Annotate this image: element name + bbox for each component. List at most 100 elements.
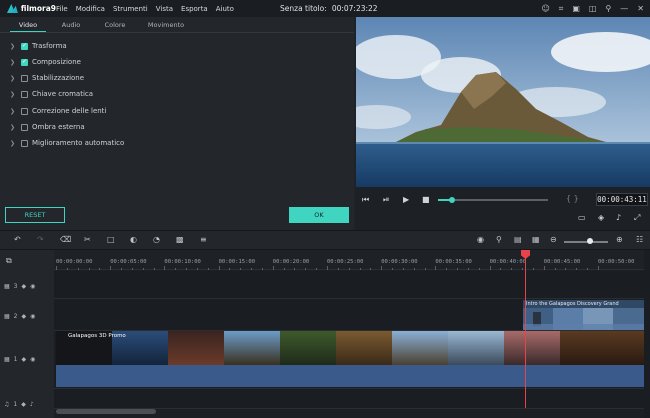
timeline-vertical-scrollbar[interactable] bbox=[644, 250, 650, 418]
chevron-right-icon[interactable]: ❯ bbox=[10, 75, 16, 82]
playback-progress-handle[interactable] bbox=[449, 196, 456, 203]
track-lane-video-3[interactable] bbox=[54, 271, 650, 299]
camera-icon[interactable]: ◈ bbox=[598, 213, 604, 222]
add-track-icon[interactable]: ⧉ bbox=[6, 256, 12, 266]
user-icon[interactable]: ☺ bbox=[541, 4, 549, 13]
mic-icon[interactable]: ⚲ bbox=[605, 4, 611, 13]
ruler-minor-tick bbox=[413, 268, 415, 270]
undo-icon[interactable]: ↶ bbox=[14, 235, 21, 244]
property-chiave-cromatica[interactable]: ❯ Chiave cromatica bbox=[10, 88, 93, 100]
play-pause-icon[interactable]: ⏯ bbox=[383, 195, 389, 205]
zoom-slider-handle[interactable] bbox=[587, 238, 594, 244]
ok-button[interactable]: OK bbox=[289, 207, 349, 223]
chevron-right-icon[interactable]: ❯ bbox=[10, 124, 16, 131]
delete-icon[interactable]: ⌫ bbox=[60, 235, 71, 244]
checkbox-chiave-cromatica[interactable] bbox=[21, 90, 28, 98]
chevron-right-icon[interactable]: ❯ bbox=[10, 43, 16, 50]
screen-icon[interactable]: ▭ bbox=[578, 213, 586, 222]
tab-colore[interactable]: Colore bbox=[92, 17, 138, 33]
cart-icon[interactable]: ⌗ bbox=[559, 4, 564, 14]
green-screen-icon[interactable]: ▩ bbox=[176, 235, 184, 244]
save-icon[interactable]: ◫ bbox=[589, 4, 597, 13]
lock-icon[interactable]: ◆ bbox=[22, 356, 27, 363]
ruler-minor-tick bbox=[370, 268, 372, 270]
reset-button[interactable]: RESET bbox=[5, 207, 65, 223]
checkbox-composizione[interactable]: ✓ bbox=[21, 58, 28, 66]
stop-icon[interactable]: ■ bbox=[422, 195, 430, 204]
audio-mixer-icon[interactable]: ▤ bbox=[514, 235, 522, 244]
lock-icon[interactable]: ◆ bbox=[22, 283, 27, 290]
main-video-clip[interactable]: Galapagos 3D Promo bbox=[56, 331, 644, 365]
zoom-in-icon[interactable]: ⊕ bbox=[616, 235, 623, 244]
checkbox-miglioramento-automatico[interactable] bbox=[21, 139, 28, 147]
checkbox-correzione-lenti[interactable] bbox=[21, 107, 28, 115]
fullscreen-icon[interactable]: ⤢ bbox=[634, 213, 640, 223]
menu-esporta[interactable]: Esporta bbox=[181, 5, 208, 13]
lock-icon[interactable]: ◆ bbox=[21, 401, 26, 408]
crop-icon[interactable]: □ bbox=[107, 235, 115, 244]
zoom-slider-track[interactable] bbox=[564, 241, 608, 243]
ruler-minor-tick bbox=[511, 268, 513, 270]
menu-strumenti[interactable]: Strumenti bbox=[113, 5, 148, 13]
property-miglioramento-automatico[interactable]: ❯ Miglioramento automatico bbox=[10, 137, 124, 149]
lock-icon[interactable]: ◆ bbox=[22, 313, 27, 320]
speed-icon[interactable]: ◐ bbox=[130, 235, 137, 244]
main-clip-audio[interactable] bbox=[56, 365, 644, 387]
record-voice-icon[interactable]: ⚲ bbox=[496, 235, 502, 244]
eye-icon[interactable]: ◉ bbox=[30, 313, 35, 320]
ruler-minor-tick bbox=[576, 268, 578, 270]
ruler-minor-tick bbox=[359, 268, 361, 270]
in-out-brackets[interactable]: { } bbox=[566, 194, 579, 203]
ruler-tick bbox=[489, 266, 491, 270]
track-lane-audio-1[interactable] bbox=[54, 389, 650, 409]
chevron-right-icon[interactable]: ❯ bbox=[10, 91, 16, 98]
chevron-right-icon[interactable]: ❯ bbox=[10, 59, 16, 66]
zoom-out-icon[interactable]: ⊖ bbox=[550, 235, 557, 244]
property-stabilizzazione[interactable]: ❯ Stabilizzazione bbox=[10, 72, 84, 84]
cut-icon[interactable]: ✂ bbox=[84, 235, 91, 244]
property-composizione[interactable]: ❯ ✓ Composizione bbox=[10, 56, 81, 68]
checkbox-ombra-esterna[interactable] bbox=[21, 123, 28, 131]
tab-movimento[interactable]: Movimento bbox=[138, 17, 194, 33]
ruler-minor-tick bbox=[186, 268, 188, 270]
eye-icon[interactable]: ◉ bbox=[30, 283, 35, 290]
marker-icon[interactable]: ◉ bbox=[477, 235, 484, 244]
pip-video-clip[interactable]: Intro the Galapagos Discovery Grand bbox=[523, 300, 644, 330]
grid-icon[interactable]: ☷ bbox=[636, 235, 643, 244]
track-headers: ⧉ ▦ 3 ◆ ◉ ▦ 2 ◆ ◉ ▦ 1 ◆ ◉ ♫ 1 ◆ ♪ bbox=[0, 250, 54, 418]
menu-vista[interactable]: Vista bbox=[156, 5, 173, 13]
property-trasforma[interactable]: ❯ ✓ Trasforma bbox=[10, 40, 67, 52]
menu-aiuto[interactable]: Aiuto bbox=[216, 5, 234, 13]
video-preview[interactable] bbox=[356, 17, 650, 187]
timeline-horizontal-scrollbar[interactable] bbox=[56, 409, 156, 414]
gift-icon[interactable]: ▣ bbox=[572, 4, 580, 13]
close-icon[interactable]: ✕ bbox=[637, 4, 644, 13]
audio-adjust-icon[interactable]: ≡ bbox=[200, 235, 207, 244]
clip-thumbnail bbox=[224, 331, 280, 365]
property-ombra-esterna[interactable]: ❯ Ombra esterna bbox=[10, 121, 85, 133]
property-label: Stabilizzazione bbox=[32, 74, 85, 82]
property-correzione-lenti[interactable]: ❯ Correzione delle lenti bbox=[10, 105, 106, 117]
chevron-right-icon[interactable]: ❯ bbox=[10, 140, 16, 147]
chevron-right-icon[interactable]: ❯ bbox=[10, 108, 16, 115]
ruler-minor-tick bbox=[142, 268, 144, 270]
film-icon: ▦ bbox=[4, 355, 10, 363]
menu-file[interactable]: File bbox=[56, 5, 68, 13]
volume-icon[interactable]: ♪ bbox=[616, 213, 621, 222]
ruler-minor-tick bbox=[316, 268, 318, 270]
checkbox-trasforma[interactable]: ✓ bbox=[21, 42, 28, 50]
timeline-ruler[interactable]: 00:00:00:00 00:00:05:00 00:00:10:00 00:00:1… bbox=[54, 250, 650, 270]
color-icon[interactable]: ◔ bbox=[153, 235, 160, 244]
checkbox-stabilizzazione[interactable] bbox=[21, 74, 28, 82]
tab-video[interactable]: Video bbox=[6, 17, 50, 33]
menu-modifica[interactable]: Modifica bbox=[76, 5, 105, 13]
tab-audio[interactable]: Audio bbox=[50, 17, 92, 33]
speaker-icon[interactable]: ♪ bbox=[30, 401, 34, 408]
redo-icon[interactable]: ↷ bbox=[37, 235, 44, 244]
minimize-icon[interactable]: — bbox=[620, 4, 628, 13]
prev-frame-icon[interactable]: ⏮ bbox=[362, 195, 369, 205]
snapshot-icon[interactable]: ▦ bbox=[532, 235, 540, 244]
playhead-line[interactable] bbox=[525, 250, 526, 408]
play-icon[interactable]: ▶ bbox=[403, 195, 409, 204]
eye-icon[interactable]: ◉ bbox=[30, 356, 35, 363]
